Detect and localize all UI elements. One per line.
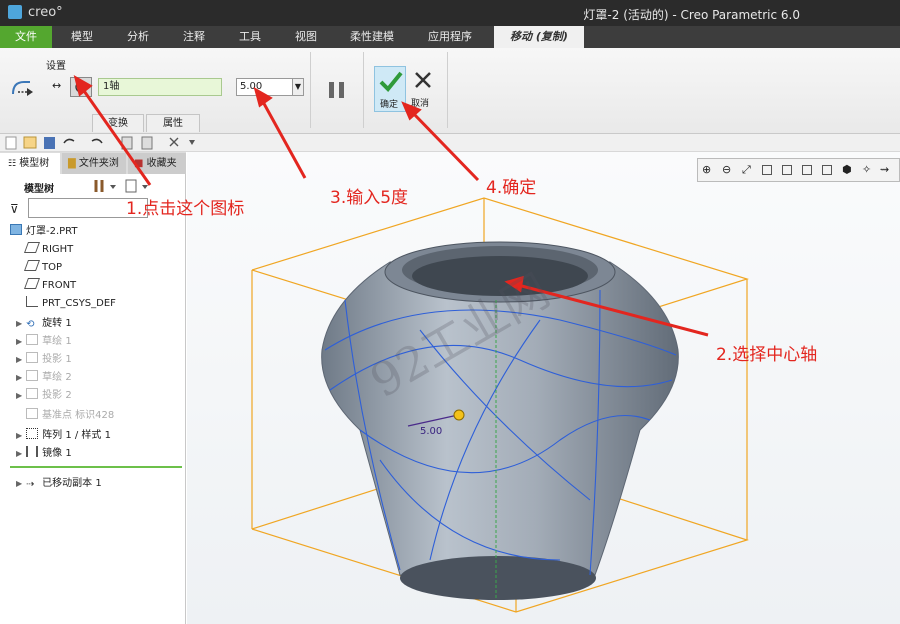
view-toolbar: ⊕ ⊖ ⤢ ⬢ ✧ ⇝	[697, 158, 900, 182]
zoom-out-icon[interactable]: ⊖	[722, 163, 736, 177]
drag-handle	[453, 409, 465, 421]
repaint-icon[interactable]	[762, 165, 772, 175]
refit-icon[interactable]: ⤢	[742, 163, 756, 177]
saved-orientations-icon[interactable]	[802, 165, 812, 175]
perspective-icon[interactable]: ⬢	[842, 163, 856, 177]
annotation-step-3: 3.输入5度	[330, 188, 409, 208]
datum-display-icon[interactable]: ✧	[862, 163, 876, 177]
annotation-display-icon[interactable]: ⇝	[880, 163, 894, 177]
view-manager-icon[interactable]	[822, 165, 832, 175]
vase-base	[400, 556, 596, 600]
zoom-in-icon[interactable]: ⊕	[702, 163, 716, 177]
display-style-icon[interactable]	[782, 165, 792, 175]
annotation-step-4: 4.确定	[486, 178, 537, 198]
annotation-step-1: 1.点击这个图标	[126, 199, 245, 219]
annotation-step-2: 2.选择中心轴	[716, 345, 818, 365]
rotation-dimension-value[interactable]: 5.00	[420, 426, 442, 437]
